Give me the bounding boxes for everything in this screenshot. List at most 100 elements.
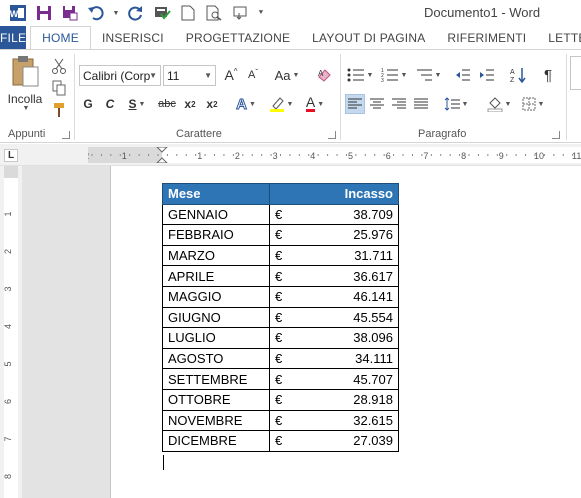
horizontal-ruler[interactable]: 211234567891011	[88, 147, 581, 163]
strikethrough-button[interactable]: abc	[156, 94, 178, 114]
undo-icon[interactable]	[86, 3, 106, 23]
income-table[interactable]: Mese Incasso GENNAIO €38.709 FEBBRAIO €25.9…	[162, 183, 399, 452]
month-cell[interactable]: OTTOBRE	[162, 388, 270, 411]
month-cell[interactable]: AGOSTO	[162, 347, 270, 370]
income-cell-content: €32.615	[275, 413, 393, 428]
tab-home[interactable]: HOME	[30, 26, 91, 50]
indent-marker-icon[interactable]	[156, 147, 168, 163]
income-cell[interactable]: €45.554	[269, 306, 399, 329]
multilevel-list-button[interactable]: ▼	[413, 65, 443, 85]
align-right-button[interactable]	[389, 94, 409, 114]
new-document-icon[interactable]	[178, 3, 198, 23]
clipboard-launcher-icon[interactable]	[62, 131, 70, 139]
redo-icon[interactable]	[126, 3, 146, 23]
font-size-dropdown[interactable]: 11 ▼	[163, 65, 216, 86]
format-painter-button[interactable]	[50, 101, 68, 119]
font-name-dropdown[interactable]: Calibri (Corp ▼	[79, 65, 161, 86]
justify-icon	[414, 98, 428, 109]
month-cell[interactable]: SETTEMBRE	[162, 368, 270, 390]
italic-label: C	[105, 97, 115, 111]
income-cell[interactable]: €38.709	[269, 203, 399, 226]
month-cell[interactable]: MARZO	[162, 244, 270, 267]
numbering-button[interactable]: 1 2 3 ▼	[379, 65, 409, 85]
sort-button[interactable]: AZ	[508, 65, 528, 85]
font-color-button[interactable]: A ▼	[300, 94, 330, 114]
italic-button[interactable]: C	[102, 94, 118, 114]
grow-font-button[interactable]: A ^	[222, 65, 240, 85]
table-row: MARZO €31.711	[162, 244, 399, 267]
income-cell[interactable]: €45.707	[269, 368, 399, 390]
month-cell[interactable]: NOVEMBRE	[162, 409, 270, 432]
income-cell[interactable]: €32.615	[269, 409, 399, 432]
styles-gallery-edge[interactable]	[570, 56, 581, 90]
tab-references[interactable]: RIFERIMENTI	[436, 26, 537, 50]
subscript-button[interactable]: x2	[181, 94, 199, 114]
bold-button[interactable]: G	[80, 94, 96, 114]
tab-mailings[interactable]: LETTER	[537, 26, 581, 50]
income-cell[interactable]: €27.039	[269, 430, 399, 452]
save-as-icon[interactable]	[60, 3, 80, 23]
show-marks-button[interactable]: ¶	[539, 65, 557, 85]
highlight-button[interactable]: ▼	[266, 94, 296, 114]
month-cell[interactable]: FEBBRAIO	[162, 224, 270, 246]
font-launcher-icon[interactable]	[328, 131, 336, 139]
income-cell-content: €45.554	[275, 310, 393, 325]
month-cell[interactable]: APRILE	[162, 265, 270, 287]
header-income[interactable]: Incasso	[269, 183, 399, 205]
income-cell[interactable]: €46.141	[269, 285, 399, 308]
month-cell[interactable]: LUGLIO	[162, 327, 270, 349]
align-left-button[interactable]	[345, 94, 365, 114]
currency-symbol: €	[275, 371, 283, 387]
save-icon[interactable]	[34, 3, 54, 23]
align-center-button[interactable]	[367, 94, 387, 114]
cut-button[interactable]	[50, 57, 68, 75]
undo-dropdown-icon[interactable]: ▼	[112, 3, 120, 23]
divider	[74, 54, 75, 140]
line-spacing-button[interactable]: ▼	[441, 94, 471, 114]
tab-page-layout[interactable]: LAYOUT DI PAGINA	[301, 26, 436, 50]
tab-insert[interactable]: INSERISCI	[91, 26, 175, 50]
bullets-button[interactable]: ▼	[345, 65, 375, 85]
tab-design[interactable]: PROGETTAZIONE	[175, 26, 301, 50]
income-cell[interactable]: €38.096	[269, 327, 399, 349]
change-case-button[interactable]: Aa ▼	[272, 65, 302, 85]
paste-button[interactable]: Incolla ▼	[6, 54, 44, 118]
income-cell[interactable]: €36.617	[269, 265, 399, 287]
shading-button[interactable]: ▼	[484, 94, 514, 114]
header-month[interactable]: Mese	[162, 183, 270, 205]
word-app-icon[interactable]: W	[8, 3, 28, 23]
vertical-ruler[interactable]: 123456789	[4, 166, 18, 498]
tab-file[interactable]: FILE	[0, 26, 27, 50]
horizontal-ruler-bar: L 211234567891011	[0, 144, 581, 166]
income-cell[interactable]: €28.918	[269, 388, 399, 411]
borders-button[interactable]: ▼	[518, 94, 548, 114]
income-cell[interactable]: €25.976	[269, 224, 399, 246]
month-cell[interactable]: GENNAIO	[162, 203, 270, 226]
month-cell[interactable]: GIUGNO	[162, 306, 270, 329]
vertical-ruler-number: 8	[4, 474, 13, 479]
justify-button[interactable]	[411, 94, 431, 114]
copy-button[interactable]	[50, 79, 68, 97]
text-effects-button[interactable]: A ▼	[232, 94, 260, 114]
print-preview-icon[interactable]	[204, 3, 224, 23]
month-cell[interactable]: DICEMBRE	[162, 430, 270, 452]
tab-selector[interactable]: L	[4, 149, 18, 162]
income-value: 45.707	[353, 371, 393, 387]
decrease-indent-button[interactable]	[453, 65, 473, 85]
decrease-indent-icon	[456, 69, 470, 81]
spellcheck-icon[interactable]	[152, 3, 172, 23]
income-value: 32.615	[353, 412, 393, 428]
touch-mode-icon[interactable]	[230, 3, 250, 23]
shrink-font-button[interactable]: Aˇ	[244, 65, 262, 85]
superscript-button[interactable]: x2	[203, 94, 221, 114]
customize-qat-icon[interactable]: ⯆	[256, 3, 266, 23]
ruler-number: 1	[122, 151, 127, 161]
bold-label: G	[83, 97, 93, 111]
underline-button[interactable]: S ▼	[124, 94, 150, 114]
month-cell[interactable]: MAGGIO	[162, 285, 270, 308]
increase-indent-button[interactable]	[477, 65, 497, 85]
income-cell[interactable]: €34.111	[269, 347, 399, 370]
clear-formatting-button[interactable]: A	[314, 65, 334, 85]
paragraph-launcher-icon[interactable]	[552, 131, 560, 139]
income-cell[interactable]: €31.711	[269, 244, 399, 267]
